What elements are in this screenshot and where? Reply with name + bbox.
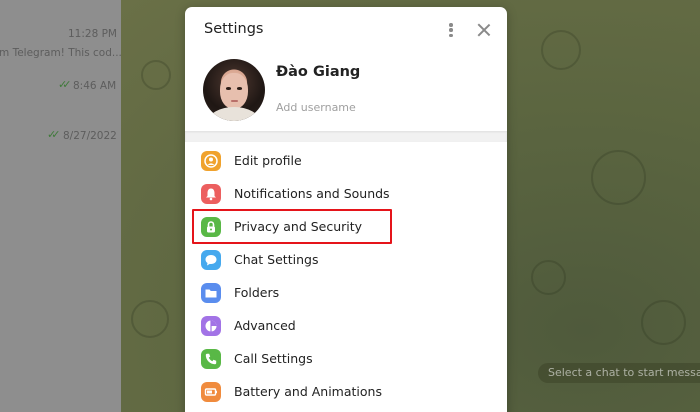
phone-icon — [201, 349, 221, 369]
wallpaper-doodle — [591, 150, 646, 205]
wallpaper-doodle — [541, 30, 581, 70]
menu-item-folders[interactable]: Folders — [185, 277, 507, 310]
menu-item-label: Folders — [234, 285, 280, 300]
menu-item-edit-profile[interactable]: Edit profile — [185, 145, 507, 178]
battery-icon — [201, 382, 221, 402]
select-chat-placeholder: Select a chat to start messagin — [538, 363, 700, 383]
more-options-icon[interactable] — [443, 21, 459, 39]
menu-item-notifications[interactable]: Notifications and Sounds — [185, 178, 507, 211]
avatar[interactable] — [203, 59, 265, 121]
chat-list: 11:28 PM m Telegram! This cod... ✓✓ 8:46… — [0, 0, 121, 412]
lock-icon — [201, 217, 221, 237]
menu-item-label: Privacy and Security — [234, 219, 363, 234]
folder-icon — [201, 283, 221, 303]
chat-preview[interactable]: m Telegram! This cod... — [0, 47, 121, 59]
menu-item-chat-settings[interactable]: Chat Settings — [185, 244, 507, 277]
add-username-link[interactable]: Add username — [276, 101, 356, 114]
menu-item-label: Call Settings — [234, 351, 313, 366]
section-divider — [185, 131, 507, 142]
menu-item-call-settings[interactable]: Call Settings — [185, 343, 507, 376]
person-icon — [201, 151, 221, 171]
bell-icon — [201, 184, 221, 204]
double-check-icon: ✓✓ — [58, 78, 72, 91]
profile-name: Đào Giang — [276, 64, 361, 80]
wallpaper-doodle — [141, 60, 171, 90]
menu-item-label: Edit profile — [234, 153, 302, 168]
wallpaper-doodle — [531, 260, 566, 295]
chat-time: 8/27/2022 — [63, 130, 117, 142]
menu-item-label: Advanced — [234, 318, 296, 333]
menu-item-privacy-security[interactable]: Privacy and Security — [185, 211, 507, 244]
modal-title: Settings — [204, 21, 264, 37]
menu-item-battery-animations[interactable]: Battery and Animations — [185, 376, 507, 409]
menu-item-label: Battery and Animations — [234, 384, 382, 399]
settings-modal: Settings Đào Giang Add username Edit pro… — [185, 7, 507, 412]
chat-time: 8:46 AM — [73, 80, 117, 92]
pie-chart-icon — [201, 316, 221, 336]
wallpaper-doodle — [131, 300, 169, 338]
chat-time: 11:28 PM — [68, 28, 117, 40]
menu-item-label: Notifications and Sounds — [234, 186, 390, 201]
double-check-icon: ✓✓ — [47, 128, 61, 141]
speech-bubble-icon — [201, 250, 221, 270]
menu-item-advanced[interactable]: Advanced — [185, 310, 507, 343]
wallpaper-doodle — [641, 300, 686, 345]
close-icon[interactable] — [475, 21, 493, 39]
menu-item-label: Chat Settings — [234, 252, 319, 267]
